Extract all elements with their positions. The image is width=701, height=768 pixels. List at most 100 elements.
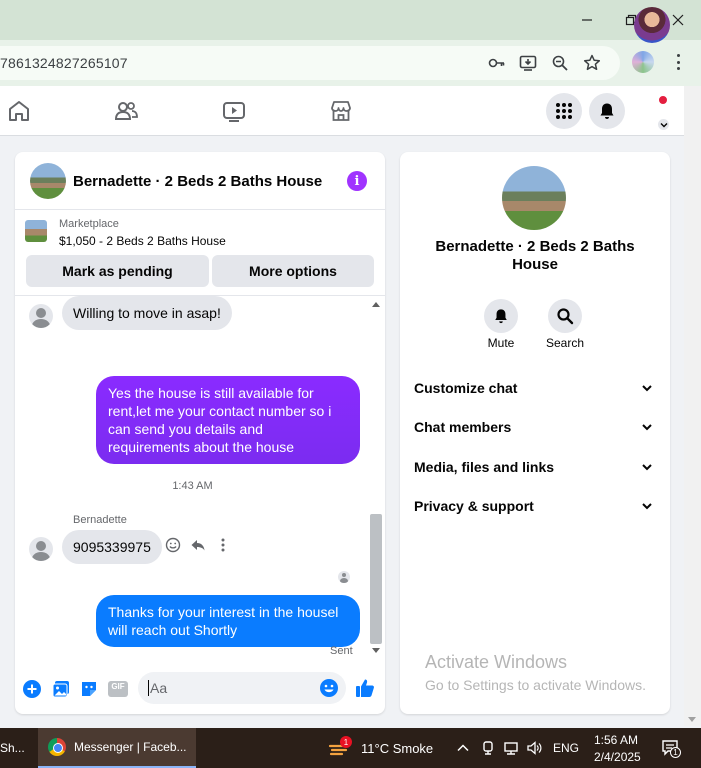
listing-label: Marketplace	[59, 218, 119, 230]
emoji-icon[interactable]	[319, 678, 339, 698]
marketplace-icon[interactable]	[328, 98, 354, 124]
clock-date[interactable]: 2/4/2025	[594, 750, 641, 764]
chat-header: Bernadette · 2 Beds 2 Baths House i	[15, 152, 385, 210]
outgoing-message[interactable]: Yes the house is still available for ren…	[96, 376, 360, 464]
language-indicator[interactable]: ENG	[553, 741, 579, 755]
facebook-top-nav	[0, 86, 684, 136]
more-options-button[interactable]: More options	[212, 255, 374, 287]
menu-row-label: Privacy & support	[414, 498, 534, 514]
browser-menu-button[interactable]	[668, 52, 688, 72]
minimize-icon	[582, 19, 592, 21]
chrome-icon	[48, 738, 66, 756]
activate-windows-subtitle: Go to Settings to activate Windows.	[425, 677, 646, 693]
conversation-name: Bernadette · 2 Beds 2 Baths House	[435, 238, 635, 273]
url-text: 7861324827265107	[0, 55, 128, 71]
sender-avatar[interactable]	[29, 304, 53, 328]
taskbar-item[interactable]: Sh...	[0, 728, 36, 768]
friends-icon[interactable]	[113, 98, 139, 124]
customize-chat-row[interactable]: Customize chat	[414, 377, 658, 399]
volume-icon[interactable]	[526, 740, 542, 756]
seen-indicator-avatar	[338, 571, 350, 583]
mute-button[interactable]	[484, 299, 518, 333]
close-icon	[672, 14, 684, 26]
incoming-message[interactable]: 9095339975	[62, 530, 162, 564]
marketplace-listing[interactable]: Marketplace $1,050 - 2 Beds 2 Baths Hous…	[15, 210, 385, 250]
zoom-icon[interactable]	[549, 52, 571, 74]
chevron-down-icon	[642, 464, 652, 471]
media-files-links-row[interactable]: Media, files and links	[414, 456, 658, 478]
page-scrollbar[interactable]	[684, 86, 701, 726]
add-icon[interactable]	[22, 679, 42, 699]
react-icon[interactable]	[164, 536, 182, 554]
chat-members-row[interactable]: Chat members	[414, 416, 658, 438]
install-app-icon[interactable]	[517, 52, 539, 74]
scroll-up-arrow[interactable]	[372, 302, 380, 307]
conversation-photo[interactable]	[502, 166, 566, 230]
outgoing-message[interactable]: Thanks for your interest in the housel w…	[96, 595, 360, 647]
network-icon[interactable]	[503, 740, 519, 756]
sticker-icon[interactable]	[79, 679, 99, 699]
chat-thumbnail[interactable]	[30, 163, 66, 199]
mute-label: Mute	[487, 336, 515, 350]
notifications-button[interactable]	[589, 93, 625, 129]
chat-info-panel: Bernadette · 2 Beds 2 Baths House Mute S…	[400, 152, 670, 714]
home-icon[interactable]	[6, 98, 32, 124]
grid-menu-icon	[556, 103, 572, 119]
weather-icon[interactable]: 1	[328, 736, 352, 758]
windows-taskbar: Sh... Messenger | Faceb... 1 11°C Smoke …	[0, 728, 701, 768]
menu-row-label: Customize chat	[414, 380, 518, 396]
scroll-down-arrow[interactable]	[372, 648, 380, 653]
info-icon[interactable]: i	[347, 171, 367, 191]
more-actions-icon[interactable]	[214, 536, 232, 554]
search-icon	[557, 308, 574, 325]
message-composer: GIF Aa	[15, 666, 385, 714]
menu-grid-button[interactable]	[546, 93, 582, 129]
message-timestamp: 1:43 AM	[172, 480, 213, 492]
weather-text[interactable]: 11°C Smoke	[361, 741, 433, 756]
password-key-icon[interactable]	[486, 52, 508, 74]
listing-price-title: $1,050 - 2 Beds 2 Baths House	[59, 234, 226, 248]
photo-icon[interactable]	[51, 679, 71, 699]
taskbar-item-messenger[interactable]: Messenger | Faceb...	[38, 728, 196, 768]
sent-status: Sent	[330, 645, 353, 657]
search-label: Search	[545, 336, 585, 350]
chat-title[interactable]: Bernadette · 2 Beds 2 Baths House	[73, 173, 322, 190]
menu-row-label: Media, files and links	[414, 459, 555, 475]
address-bar[interactable]: 7861324827265107	[0, 46, 620, 80]
bookmark-star-icon[interactable]	[581, 52, 603, 74]
meet-now-icon[interactable]	[480, 740, 496, 756]
menu-row-label: Chat members	[414, 419, 512, 435]
taskbar-item-label: Messenger | Faceb...	[74, 740, 187, 754]
bell-icon	[600, 103, 614, 119]
notification-center-icon[interactable]: 1	[661, 739, 681, 758]
search-button[interactable]	[548, 299, 582, 333]
reply-icon[interactable]	[189, 536, 207, 554]
notification-count-badge: 1	[670, 747, 681, 758]
browser-profile-icon[interactable]	[632, 51, 654, 73]
minimize-button[interactable]	[575, 8, 599, 32]
account-chevron-button[interactable]	[657, 118, 670, 131]
listing-thumbnail	[25, 220, 47, 242]
chat-scrollbar-thumb[interactable]	[370, 514, 382, 644]
browser-toolbar: 7861324827265107	[0, 40, 701, 86]
sender-name: Bernadette	[73, 514, 127, 526]
mark-as-pending-button[interactable]: Mark as pending	[26, 255, 209, 287]
chevron-down-icon	[642, 424, 652, 431]
text-cursor	[148, 680, 149, 696]
privacy-support-row[interactable]: Privacy & support	[414, 495, 658, 517]
thumbs-up-icon[interactable]	[354, 677, 376, 699]
browser-title-bar	[0, 0, 701, 40]
chevron-up-icon[interactable]	[456, 741, 470, 755]
notification-dot	[658, 95, 668, 105]
incoming-message[interactable]: Willing to move in asap!	[62, 296, 232, 330]
gif-label: GIF	[111, 682, 125, 691]
chat-scrollbar[interactable]	[370, 298, 382, 658]
profile-avatar[interactable]	[634, 7, 670, 43]
gif-button[interactable]: GIF	[107, 679, 129, 699]
clock-time[interactable]: 1:56 AM	[594, 733, 638, 747]
message-input[interactable]: Aa	[138, 672, 346, 704]
sender-avatar[interactable]	[29, 537, 53, 561]
taskbar-item-label: Sh...	[0, 741, 25, 755]
activate-windows-title: Activate Windows	[425, 652, 568, 672]
video-icon[interactable]	[221, 98, 247, 124]
